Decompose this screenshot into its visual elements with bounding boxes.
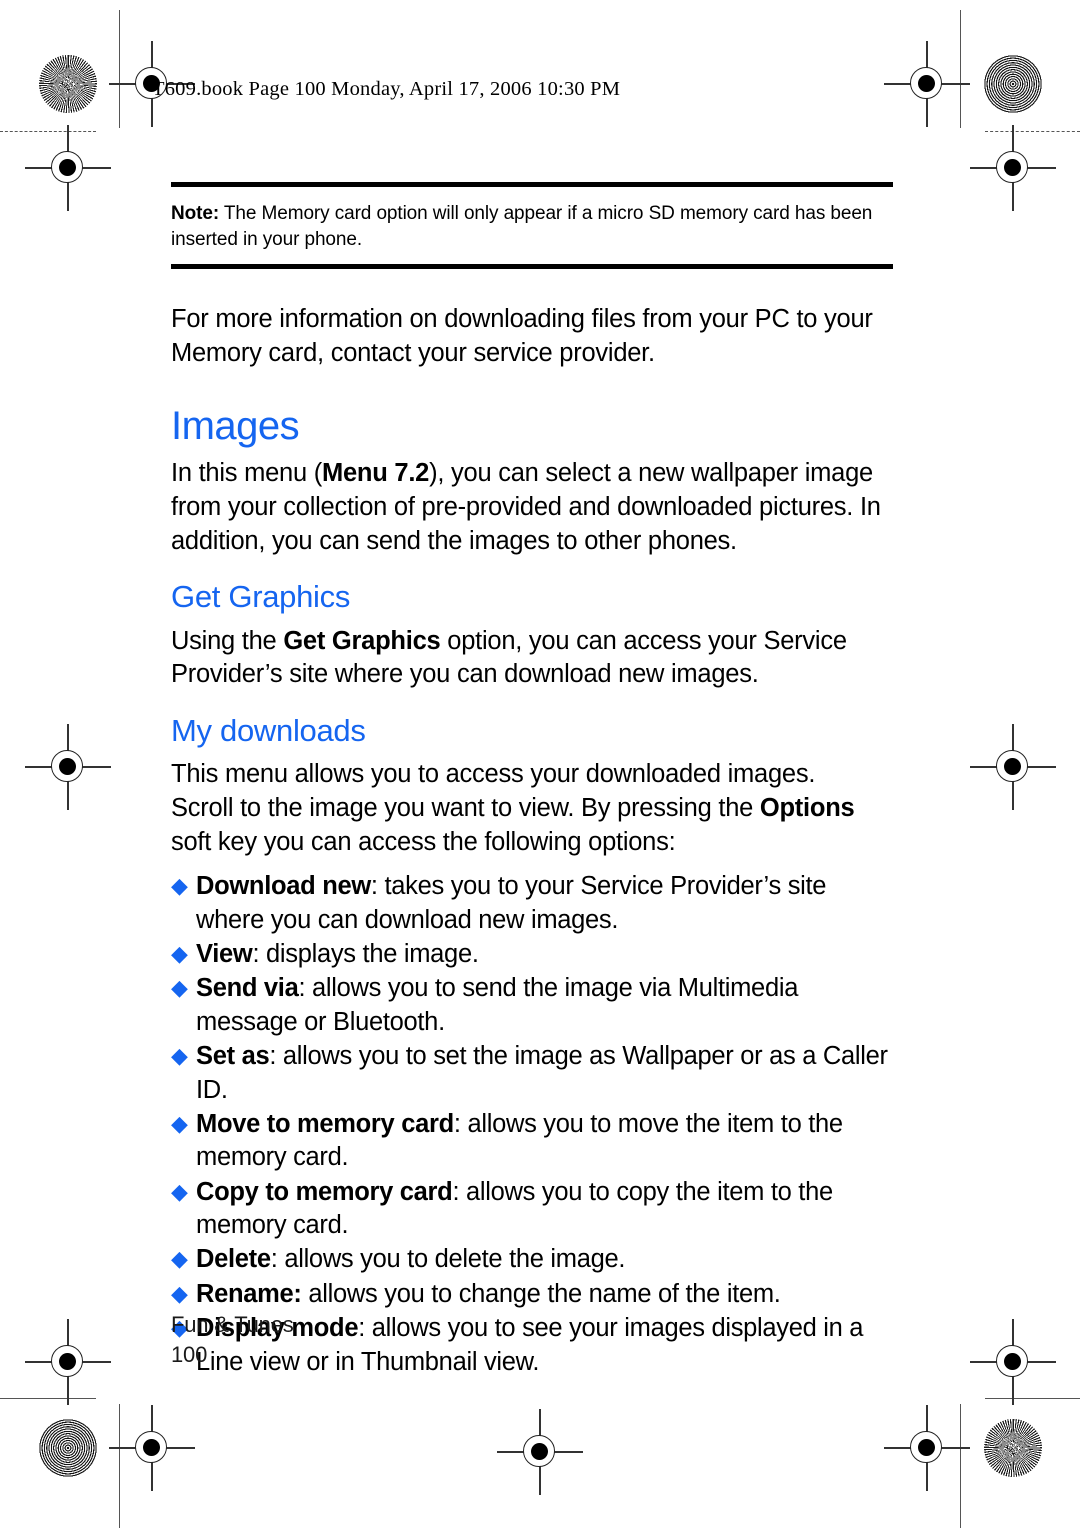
list-item: ◆ Move to memory card: allows you to move… bbox=[171, 1108, 893, 1175]
trim-line-right-top bbox=[960, 10, 962, 128]
registration-mark-middle-left bbox=[25, 724, 111, 810]
page-footer: Fun & Tunes 100 bbox=[171, 1310, 294, 1371]
option-label: View bbox=[196, 939, 253, 968]
registration-mark-bottom-left bbox=[109, 1405, 195, 1491]
trim-line-left-top bbox=[119, 10, 121, 128]
registration-mark-bottom-center bbox=[497, 1409, 583, 1495]
footer-chapter: Fun & Tunes bbox=[171, 1312, 294, 1337]
rosette-target-bottom-right bbox=[984, 1419, 1042, 1477]
option-label: Send via bbox=[196, 974, 299, 1003]
trim-dash-top-right bbox=[985, 131, 1080, 132]
option-description: : allows you to set the image as Wallpap… bbox=[196, 1042, 888, 1104]
list-item: ◆ Send via: allows you to send the image … bbox=[171, 972, 893, 1039]
option-label: Set as bbox=[196, 1042, 270, 1071]
registration-mark-lower-left bbox=[25, 1319, 111, 1405]
option-label: Delete bbox=[196, 1245, 271, 1274]
my-downloads-paragraph-2: Scroll to the image you want to view. By… bbox=[171, 792, 893, 860]
diamond-bullet-icon: ◆ bbox=[171, 1110, 188, 1136]
registration-mark-top-right bbox=[884, 41, 970, 127]
heading-get-graphics: Get Graphics bbox=[171, 579, 351, 615]
trim-line-left-bottom bbox=[119, 1404, 121, 1528]
get-graphics-paragraph: Using the Get Graphics option, you can a… bbox=[171, 625, 893, 693]
moire-target-bottom-left bbox=[39, 1419, 97, 1477]
page-content: Note: The Memory card option will only a… bbox=[171, 182, 893, 1380]
list-item: ◆ View: displays the image. bbox=[171, 938, 893, 971]
menu-reference: Menu 7.2 bbox=[321, 458, 430, 487]
diamond-bullet-icon: ◆ bbox=[171, 1178, 188, 1204]
option-label: Rename: bbox=[196, 1279, 302, 1308]
option-description: : displays the image. bbox=[252, 939, 479, 968]
moire-target-top-right bbox=[984, 55, 1042, 113]
note-text: The Memory card option will only appear … bbox=[171, 202, 873, 251]
option-label: Download new bbox=[196, 872, 371, 901]
list-item: ◆ Download new: takes you to your Service… bbox=[171, 870, 893, 937]
note-label: Note: bbox=[171, 202, 220, 224]
registration-mark-lower-right bbox=[970, 1319, 1056, 1405]
option-description: : allows you to delete the image. bbox=[270, 1245, 626, 1274]
my-downloads-paragraph-1: This menu allows you to access your down… bbox=[171, 760, 816, 789]
trim-dash-top-left bbox=[0, 131, 96, 132]
list-item: ◆ Set as: allows you to set the image as … bbox=[171, 1040, 893, 1107]
registration-mark-upper-right bbox=[970, 125, 1056, 211]
note-block: Note: The Memory card option will only a… bbox=[171, 187, 893, 265]
list-item: ◆ Copy to memory card: allows you to copy… bbox=[171, 1176, 893, 1243]
registration-mark-upper-left bbox=[25, 125, 111, 211]
trim-line-bottom-right bbox=[985, 1398, 1080, 1400]
get-graphics-part1: Using the bbox=[171, 626, 284, 655]
images-paragraph-part1: In this menu ( bbox=[171, 458, 322, 487]
trim-line-bottom-left bbox=[0, 1398, 96, 1400]
rosette-target-top-left bbox=[39, 55, 97, 113]
my-downloads-p2-part2: soft key you can access the following op… bbox=[171, 828, 676, 857]
list-item: ◆ Rename: allows you to change the name o… bbox=[171, 1278, 893, 1311]
diamond-bullet-icon: ◆ bbox=[171, 975, 188, 1001]
registration-mark-bottom-right bbox=[884, 1405, 970, 1491]
intro-paragraph: For more information on downloading file… bbox=[171, 304, 873, 367]
option-label: Copy to memory card bbox=[196, 1177, 453, 1206]
heading-my-downloads: My downloads bbox=[171, 713, 366, 749]
diamond-bullet-icon: ◆ bbox=[171, 873, 188, 899]
options-softkey-name: Options bbox=[759, 794, 855, 823]
registration-mark-middle-right bbox=[970, 724, 1056, 810]
options-list: ◆ Download new: takes you to your Service… bbox=[171, 870, 893, 1379]
my-downloads-p2-part1: Scroll to the image you want to view. By… bbox=[171, 794, 760, 823]
running-header: T609.book Page 100 Monday, April 17, 200… bbox=[152, 78, 621, 100]
option-description: allows you to change the name of the ite… bbox=[301, 1279, 781, 1308]
diamond-bullet-icon: ◆ bbox=[171, 1246, 188, 1272]
images-paragraph: In this menu (Menu 7.2), you can select … bbox=[171, 457, 893, 559]
diamond-bullet-icon: ◆ bbox=[171, 940, 188, 966]
get-graphics-option-name: Get Graphics bbox=[283, 626, 441, 655]
option-label: Move to memory card bbox=[196, 1109, 454, 1138]
diamond-bullet-icon: ◆ bbox=[171, 1280, 188, 1306]
trim-line-right-bottom bbox=[960, 1404, 962, 1528]
diamond-bullet-icon: ◆ bbox=[171, 1043, 188, 1069]
page-title-images: Images bbox=[171, 403, 300, 448]
list-item: ◆ Delete: allows you to delete the image. bbox=[171, 1243, 893, 1276]
footer-page-number: 100 bbox=[171, 1342, 208, 1368]
